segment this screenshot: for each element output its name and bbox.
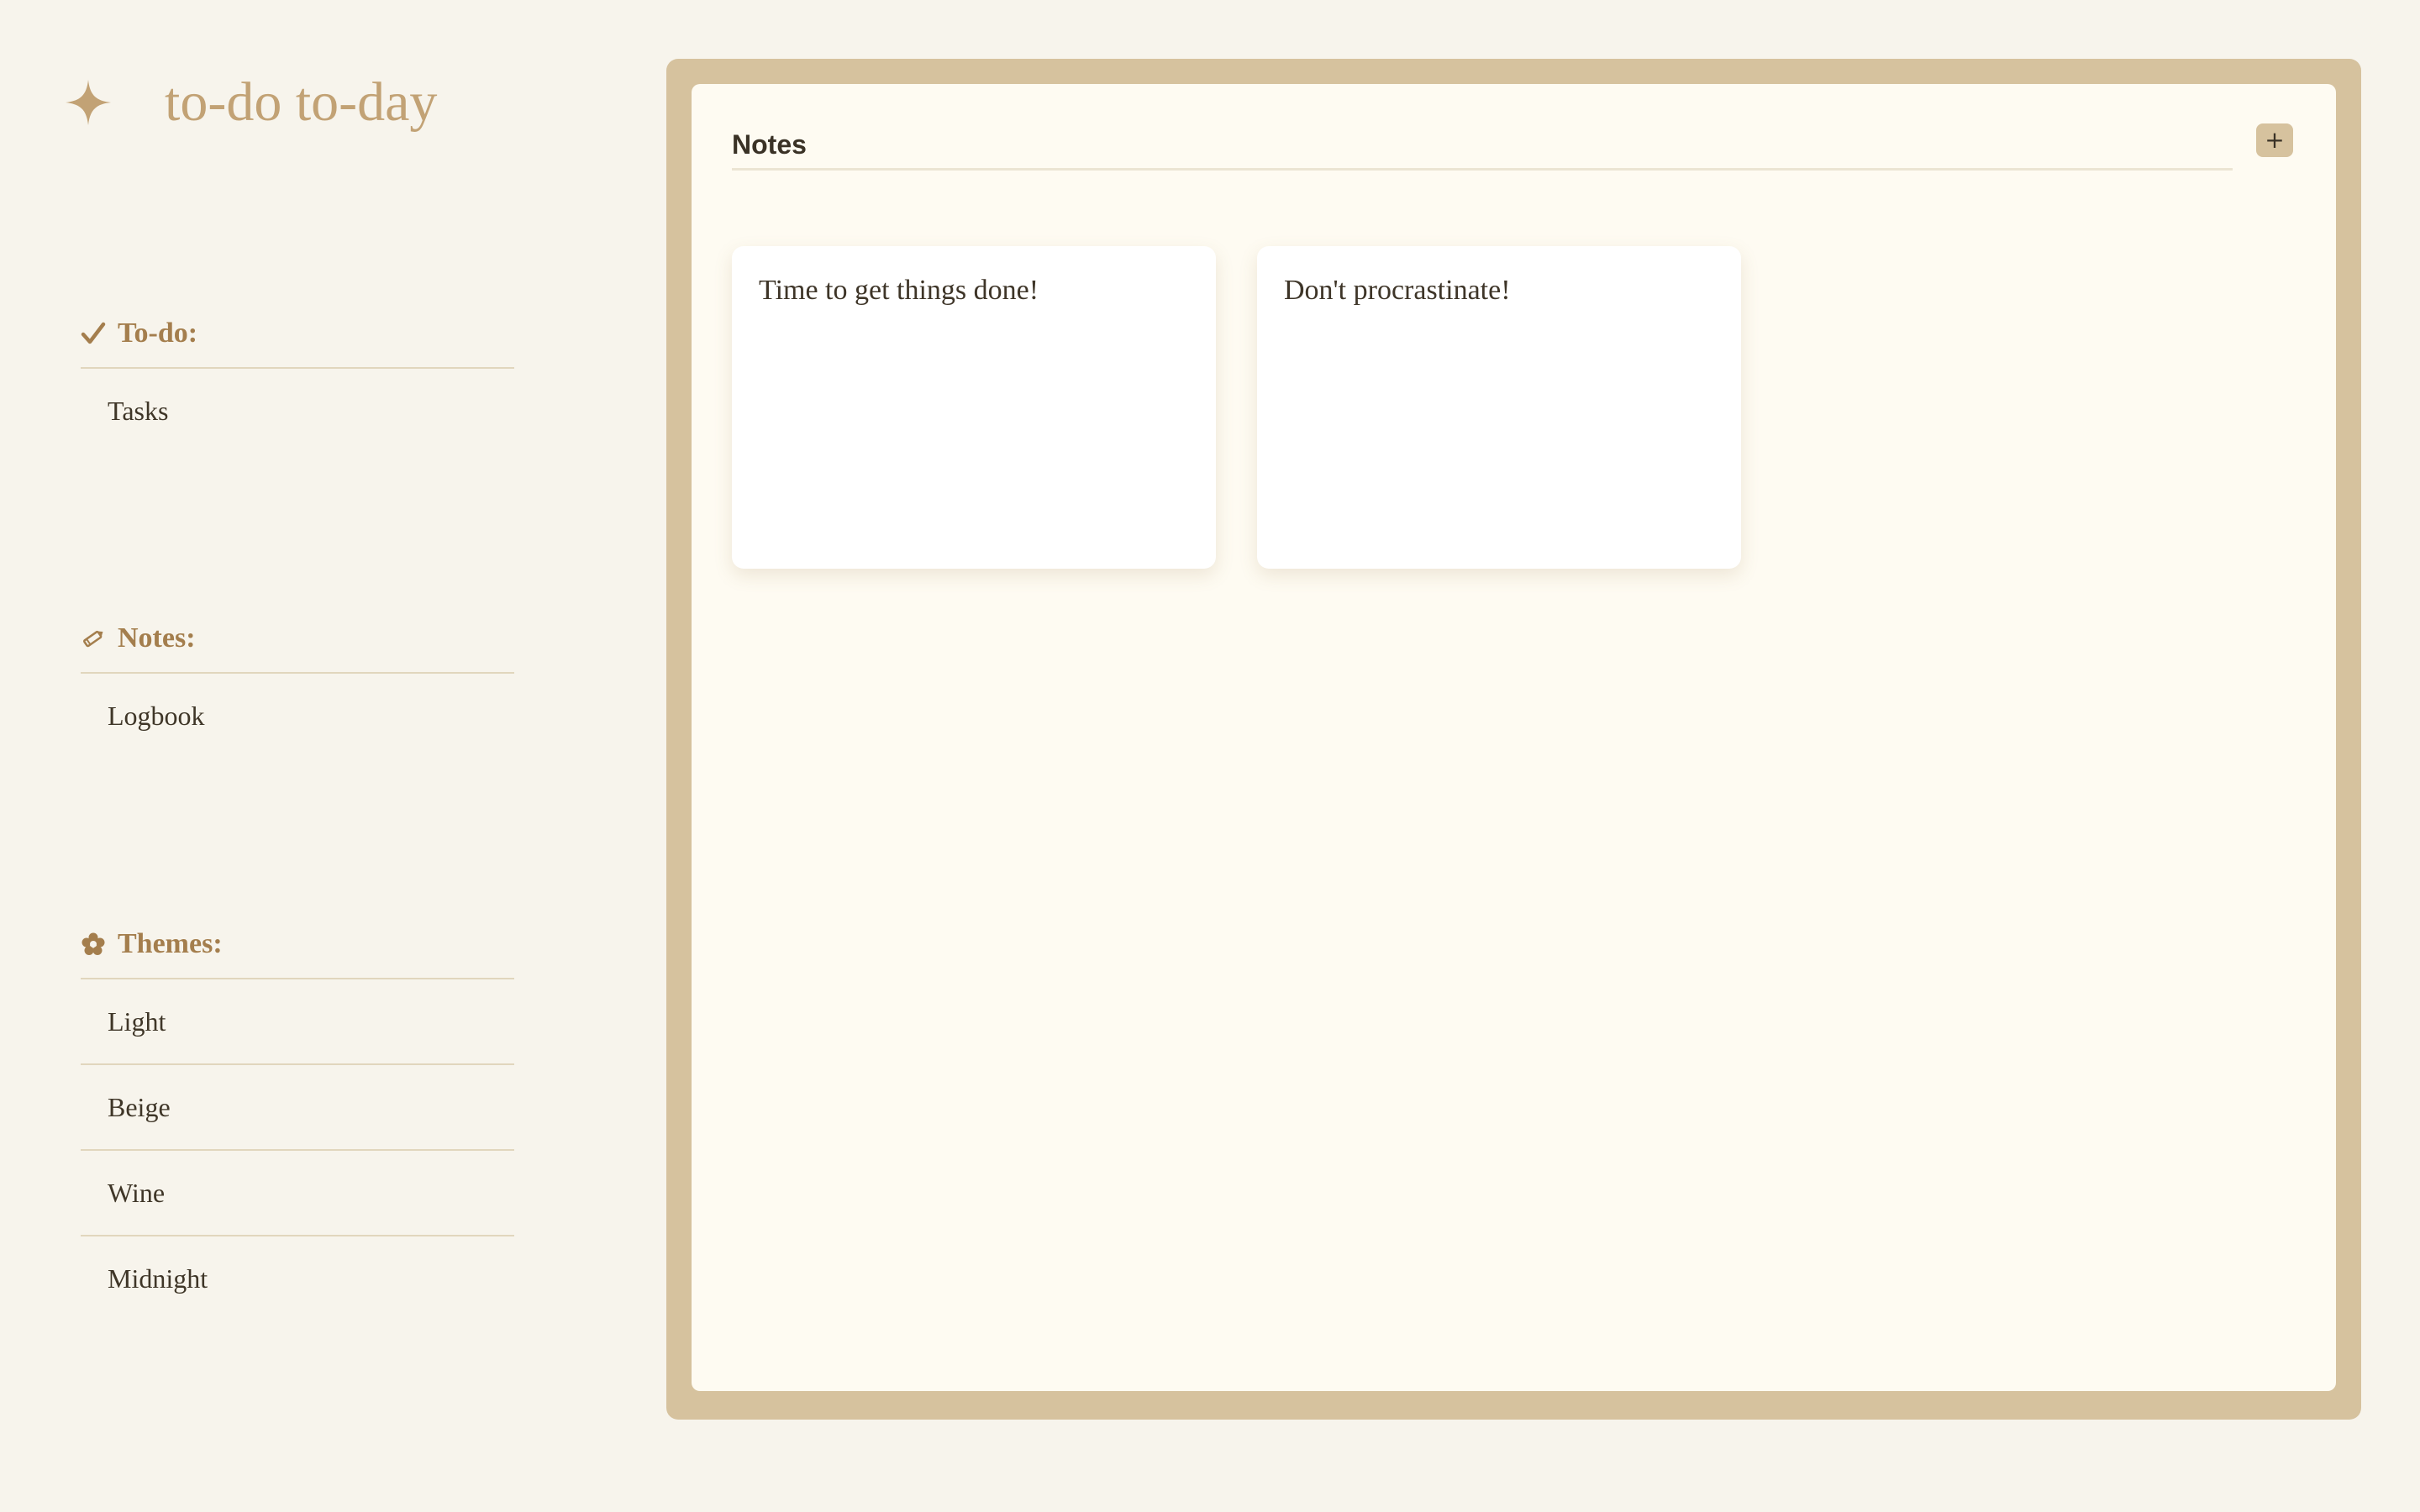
sidebar-section-header-notes: Notes:: [81, 605, 514, 674]
page-title: Notes: [732, 129, 807, 160]
theme-option-wine[interactable]: Wine: [81, 1151, 514, 1236]
plus-icon: +: [2265, 126, 2285, 154]
brand: to-do to-day: [64, 60, 437, 144]
note-card[interactable]: Time to get things done!: [732, 246, 1216, 569]
app-title: to-do to-day: [165, 71, 438, 133]
theme-option-beige[interactable]: Beige: [81, 1065, 514, 1151]
sidebar-item-logbook[interactable]: Logbook: [81, 674, 514, 758]
sidebar-item-tasks[interactable]: Tasks: [81, 369, 514, 453]
sidebar-section-label: Themes:: [118, 928, 223, 959]
theme-option-light[interactable]: Light: [81, 979, 514, 1065]
sidebar: to-do to-day To-do: Tasks Notes: Logbook…: [0, 0, 588, 1512]
notes-header: Notes: [732, 121, 2233, 171]
sidebar-item-label: Logbook: [108, 700, 205, 731]
main-frame: Notes + Time to get things done! Don't p…: [666, 59, 2361, 1420]
pencil-icon: [81, 626, 106, 651]
sidebar-section-notes: Notes: Logbook: [81, 605, 514, 758]
sidebar-item-label: Wine: [108, 1177, 166, 1208]
sidebar-section-todo: To-do: Tasks: [81, 300, 514, 453]
sidebar-section-header-todo: To-do:: [81, 300, 514, 369]
check-icon: [81, 321, 106, 346]
theme-option-midnight[interactable]: Midnight: [81, 1236, 514, 1320]
sidebar-item-label: Tasks: [108, 395, 169, 426]
sidebar-section-themes: Themes: Light Beige Wine Midnight: [81, 911, 514, 1320]
sidebar-item-label: Beige: [108, 1091, 171, 1122]
sidebar-section-header-themes: Themes:: [81, 911, 514, 979]
sidebar-section-label: To-do:: [118, 318, 198, 349]
sidebar-item-label: Light: [108, 1005, 166, 1037]
sidebar-item-label: Midnight: [108, 1263, 208, 1294]
note-text: Time to get things done!: [759, 275, 1039, 306]
sidebar-section-label: Notes:: [118, 622, 196, 654]
sparkle-icon: [64, 78, 113, 127]
add-note-button[interactable]: +: [2256, 123, 2293, 157]
note-text: Don't procrastinate!: [1284, 275, 1511, 306]
flower-icon: [81, 932, 106, 957]
notes-panel: Notes + Time to get things done! Don't p…: [692, 84, 2336, 1391]
note-card[interactable]: Don't procrastinate!: [1257, 246, 1741, 569]
